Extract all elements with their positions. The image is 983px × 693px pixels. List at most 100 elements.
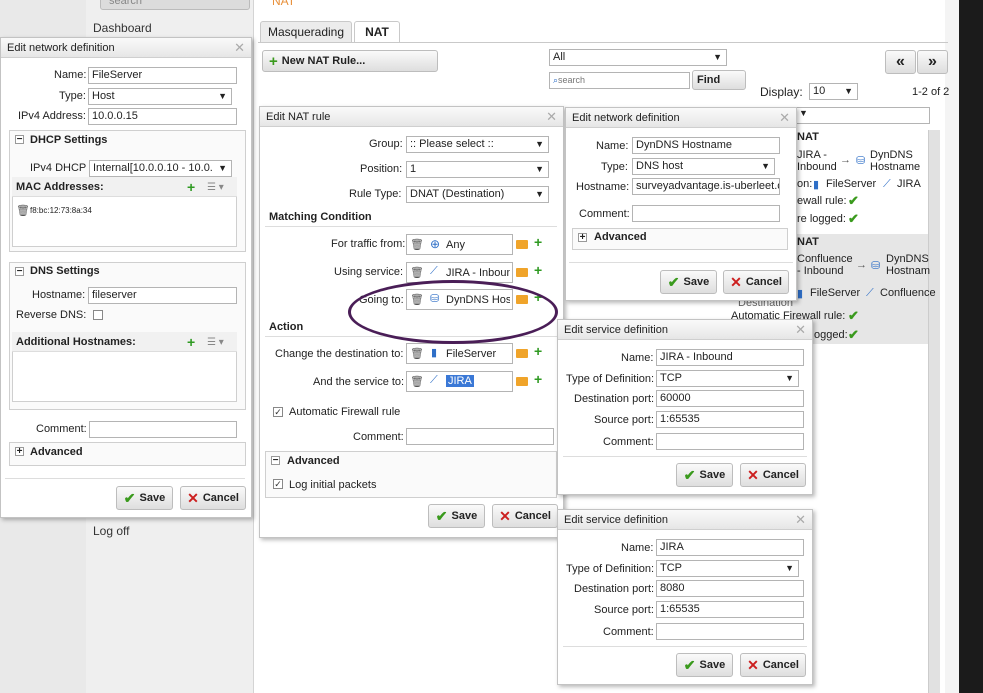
- close-icon[interactable]: ✕: [795, 512, 806, 528]
- close-icon[interactable]: ✕: [234, 40, 245, 56]
- trash-icon[interactable]: 🗑: [410, 347, 424, 360]
- expand-icon[interactable]: +: [578, 233, 587, 243]
- close-icon[interactable]: ✕: [795, 322, 806, 338]
- reverse-dns-checkbox[interactable]: [93, 310, 103, 320]
- save-button[interactable]: ✔ Save: [116, 486, 173, 510]
- rule-type-select[interactable]: DNAT (Destination) ▼: [406, 186, 549, 203]
- service-icon: ⟋: [866, 287, 874, 299]
- hostname-field[interactable]: fileserver: [88, 287, 237, 304]
- service1-dport-field[interactable]: 60000: [656, 390, 804, 407]
- sort-select[interactable]: ▼: [796, 107, 930, 124]
- find-button[interactable]: Find: [692, 70, 746, 90]
- add-icon[interactable]: +: [534, 343, 542, 359]
- folder-icon[interactable]: [516, 240, 528, 249]
- nav-item-logoff[interactable]: Log off: [93, 524, 129, 538]
- service1-comment-field[interactable]: [656, 433, 804, 450]
- ipv4-field[interactable]: 10.0.0.15: [88, 108, 237, 125]
- dyndns-save-button[interactable]: ✔ Save: [660, 270, 717, 294]
- check-icon: ✔: [848, 211, 859, 226]
- next-page-button[interactable]: »: [917, 50, 948, 74]
- rule-1-action-prefix: on:: [797, 178, 813, 190]
- save-label: Save: [139, 492, 166, 504]
- folder-icon[interactable]: [516, 268, 528, 277]
- add-hostname-icon[interactable]: +: [187, 334, 195, 350]
- service2-dport-field[interactable]: 8080: [656, 580, 804, 597]
- host-icon: ▮: [797, 288, 804, 300]
- add-icon[interactable]: +: [534, 371, 542, 387]
- service2-save-button[interactable]: ✔ Save: [676, 653, 733, 677]
- rule-2-target-2: Hostnam: [886, 265, 931, 277]
- add-mac-icon[interactable]: +: [187, 179, 195, 195]
- filter-select[interactable]: All ▼: [549, 49, 727, 66]
- change-destination-value: FileServer: [446, 348, 497, 360]
- add-icon[interactable]: +: [534, 234, 542, 250]
- close-icon[interactable]: ✕: [546, 109, 557, 125]
- collapse-icon[interactable]: −: [15, 267, 24, 277]
- collapse-icon[interactable]: −: [15, 135, 24, 145]
- dyndns-comment-field[interactable]: [632, 205, 780, 222]
- name-field[interactable]: FileServer: [88, 67, 237, 84]
- list-scrollbar[interactable]: [928, 130, 940, 693]
- folder-icon[interactable]: [516, 349, 528, 358]
- service1-sport-field[interactable]: 1:65535: [656, 411, 804, 428]
- auto-firewall-checkbox[interactable]: ✓: [273, 407, 283, 417]
- add-icon[interactable]: +: [534, 262, 542, 278]
- comment-field[interactable]: [89, 421, 237, 438]
- action-title: Action: [269, 321, 304, 333]
- tab-nat[interactable]: NAT: [354, 21, 400, 43]
- chevron-down-icon: ▼: [785, 373, 794, 383]
- service1-save-button[interactable]: ✔ Save: [676, 463, 733, 487]
- dyndns-name-field[interactable]: DynDNS Hostname: [632, 137, 780, 154]
- dyndns-type-value: DNS host: [636, 160, 684, 172]
- list-options-icon[interactable]: ☰ ▾: [207, 182, 224, 193]
- comment-label: Comment:: [36, 423, 87, 435]
- expand-icon[interactable]: +: [15, 447, 24, 457]
- trash-icon[interactable]: 🗑: [16, 204, 30, 217]
- service2-type-select[interactable]: TCP ▼: [656, 560, 799, 577]
- list-search-input[interactable]: ⌕search: [549, 72, 690, 89]
- trash-icon[interactable]: 🗑: [410, 238, 424, 251]
- service2-name-field[interactable]: JIRA: [656, 539, 804, 556]
- nat-comment-field[interactable]: [406, 428, 554, 445]
- service2-cancel-button[interactable]: ✕ Cancel: [740, 653, 806, 677]
- and-service-value: JIRA: [446, 375, 474, 387]
- check-icon: ✔: [435, 507, 448, 524]
- log-initial-packets-label: Log initial packets: [289, 479, 377, 491]
- service1-name-field[interactable]: JIRA - Inbound: [656, 349, 804, 366]
- cancel-label: Cancel: [514, 510, 551, 522]
- display-count-select[interactable]: 10 ▼: [809, 83, 858, 100]
- cancel-button[interactable]: ✕ Cancel: [180, 486, 246, 510]
- tab-masquerading[interactable]: Masquerading: [260, 21, 352, 43]
- trash-icon[interactable]: 🗑: [410, 266, 424, 279]
- type-select[interactable]: Host ▼: [88, 88, 232, 105]
- dyndns-advanced-title[interactable]: Advanced: [594, 231, 647, 243]
- advanced-title[interactable]: Advanced: [30, 446, 83, 458]
- new-nat-rule-button[interactable]: + New NAT Rule...: [262, 50, 438, 72]
- check-icon: ✔: [123, 489, 136, 506]
- dyndns-hostname-field[interactable]: surveyadvantage.is-uberleet.org: [632, 178, 780, 195]
- ipv4-dhcp-select[interactable]: Internal[10.0.0.10 - 10.0. ▼: [89, 160, 232, 177]
- close-icon[interactable]: ✕: [779, 110, 790, 126]
- rule-1-target-2: Hostname: [870, 161, 921, 173]
- dyndns-type-select[interactable]: DNS host ▼: [632, 158, 775, 175]
- service2-sport-field[interactable]: 1:65535: [656, 601, 804, 618]
- panel-title: Edit service definition: [558, 510, 812, 530]
- nav-item-dashboard[interactable]: Dashboard: [93, 21, 152, 35]
- dyndns-cancel-button[interactable]: ✕ Cancel: [723, 270, 789, 294]
- nat-cancel-button[interactable]: ✕ Cancel: [492, 504, 558, 528]
- collapse-icon[interactable]: −: [271, 456, 280, 466]
- group-select[interactable]: :: Please select :: ▼: [406, 136, 549, 153]
- position-select[interactable]: 1 ▼: [406, 161, 549, 178]
- service1-cancel-button[interactable]: ✕ Cancel: [740, 463, 806, 487]
- service2-comment-field[interactable]: [656, 623, 804, 640]
- prev-page-button[interactable]: «: [885, 50, 916, 74]
- nat-advanced-title[interactable]: Advanced: [287, 455, 340, 467]
- nat-save-button[interactable]: ✔ Save: [428, 504, 485, 528]
- using-service-label: Using service:: [334, 266, 404, 278]
- trash-icon[interactable]: 🗑: [410, 375, 424, 388]
- list-options-icon[interactable]: ☰ ▾: [207, 337, 224, 348]
- log-initial-packets-checkbox[interactable]: ✓: [273, 479, 283, 489]
- folder-icon[interactable]: [516, 377, 528, 386]
- nav-search-input[interactable]: search: [100, 0, 250, 10]
- service1-type-select[interactable]: TCP ▼: [656, 370, 799, 387]
